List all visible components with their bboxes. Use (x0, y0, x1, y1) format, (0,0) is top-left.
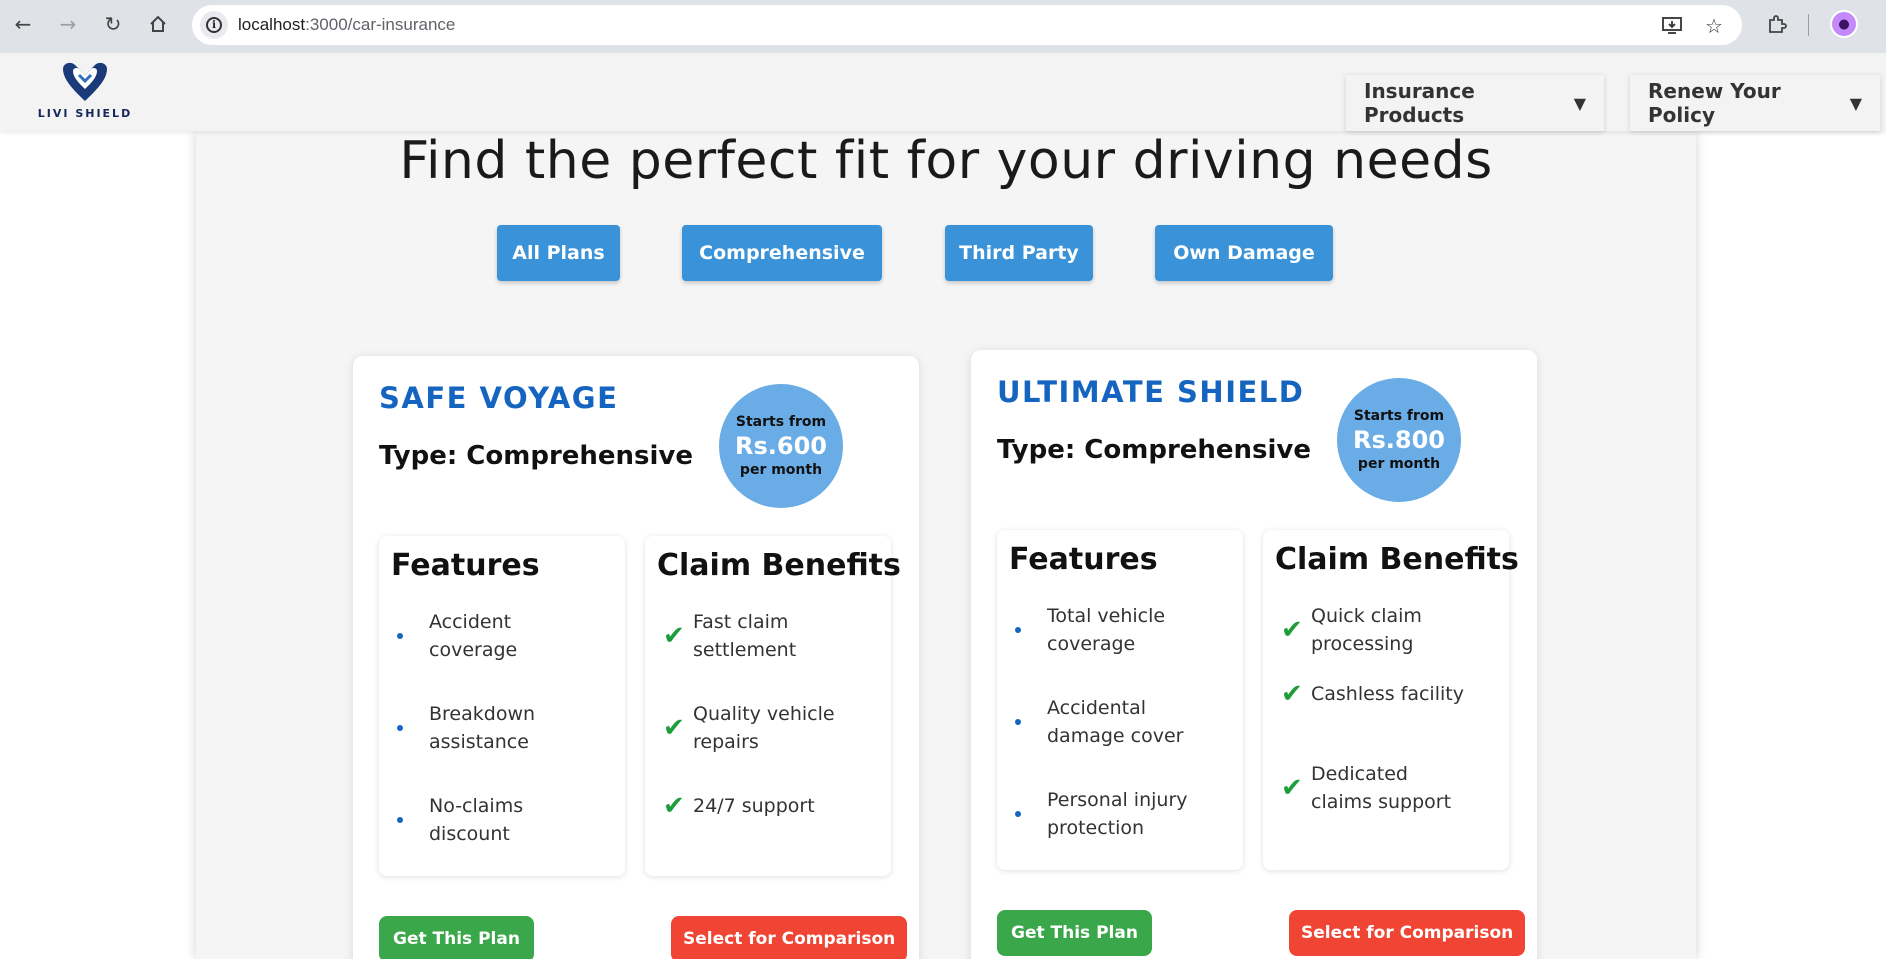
plan-card-ultimate-shield: ULTIMATE SHIELD Type: Comprehensive Star… (971, 350, 1537, 959)
check-icon: ✔ (1281, 679, 1303, 709)
get-this-plan-button[interactable]: Get This Plan (997, 910, 1152, 956)
price-badge: Starts from Rs.600 per month (719, 384, 843, 508)
filter-third-party-button[interactable]: Third Party (945, 225, 1093, 281)
claim-benefits-title: Claim Benefits (657, 548, 901, 583)
site-header: LIVI SHIELD Insurance Products ▼ Renew Y… (0, 53, 1886, 131)
benefit-text: Quick claim processing (1311, 605, 1422, 655)
address-bar[interactable]: i localhost:3000/car-insurance ☆ (192, 5, 1742, 45)
back-arrow-icon[interactable]: ← (8, 9, 38, 39)
brand-name: LIVI SHIELD (37, 107, 133, 120)
menu-label: Insurance Products (1364, 79, 1475, 127)
browser-toolbar: ← → ↻ i localhost:3000/car-insurance ☆ ● (0, 0, 1886, 53)
bullet-icon (1015, 719, 1021, 725)
plan-type: Type: Comprehensive (997, 435, 1312, 465)
filter-comprehensive-button[interactable]: Comprehensive (682, 225, 882, 281)
feature-text: No-claims discount (429, 795, 524, 845)
feature-item: Personal injury protection (1015, 786, 1235, 842)
feature-text: Accidental damage cover (1047, 697, 1184, 747)
feature-item: Total vehicle coverage (1015, 602, 1235, 658)
select-for-comparison-button[interactable]: Select for Comparison (1289, 910, 1526, 956)
benefit-text: Quality vehicle repairs (693, 703, 835, 753)
feature-item: Accident coverage (397, 608, 617, 664)
bookmark-star-icon[interactable]: ☆ (1702, 14, 1726, 38)
bullet-icon (397, 633, 403, 639)
shield-heart-icon (63, 62, 107, 101)
claim-benefits-title: Claim Benefits (1275, 542, 1519, 577)
feature-text: Personal injury protection (1047, 789, 1188, 839)
price-suffix: per month (739, 462, 823, 478)
menu-label: Renew Your Policy (1648, 79, 1781, 127)
benefit-text: 24/7 support (693, 795, 815, 817)
claim-benefits-box: Claim Benefits ✔ Fast claim settlement ✔… (645, 536, 901, 876)
check-icon: ✔ (663, 791, 685, 821)
features-box: Features Accident coverage Breakdown ass… (379, 536, 625, 876)
caret-down-icon: ▼ (1849, 93, 1862, 113)
feature-item: Breakdown assistance (397, 700, 617, 756)
toolbar-divider (1808, 14, 1809, 36)
select-for-comparison-button[interactable]: Select for Comparison (671, 916, 908, 959)
feature-text: Breakdown assistance (429, 703, 536, 753)
caret-down-icon: ▼ (1573, 93, 1586, 113)
features-title: Features (1009, 542, 1158, 577)
reload-icon[interactable]: ↻ (98, 9, 128, 39)
features-box: Features Total vehicle coverage Accident… (997, 530, 1243, 870)
feature-item: Accidental damage cover (1015, 694, 1235, 750)
check-icon: ✔ (663, 713, 685, 743)
benefit-item: ✔ Dedicated claims support (1281, 760, 1501, 816)
forward-arrow-icon[interactable]: → (53, 9, 83, 39)
claim-benefits-box: Claim Benefits ✔ Quick claim processing … (1263, 530, 1519, 870)
features-title: Features (391, 548, 540, 583)
benefit-item: ✔ 24/7 support (663, 792, 883, 820)
feature-text: Total vehicle coverage (1047, 605, 1166, 655)
price-amount: Rs.600 (735, 432, 827, 460)
plan-type: Type: Comprehensive (379, 441, 694, 471)
benefit-item: ✔ Fast claim settlement (663, 608, 883, 664)
renew-policy-menu[interactable]: Renew Your Policy ▼ (1630, 75, 1880, 131)
price-badge: Starts from Rs.800 per month (1337, 378, 1461, 502)
price-prefix: Starts from (1353, 408, 1445, 424)
insurance-products-menu[interactable]: Insurance Products ▼ (1346, 75, 1604, 131)
check-icon: ✔ (1281, 615, 1303, 645)
profile-avatar[interactable]: ● (1830, 10, 1858, 38)
main-container: Find the perfect fit for your driving ne… (196, 131, 1696, 959)
benefit-item: ✔ Cashless facility (1281, 680, 1501, 708)
filter-all-plans-button[interactable]: All Plans (497, 225, 620, 281)
bullet-icon (397, 817, 403, 823)
bullet-icon (1015, 627, 1021, 633)
feature-item: No-claims discount (397, 792, 617, 848)
brand-logo[interactable]: LIVI SHIELD (35, 61, 135, 125)
home-icon[interactable] (143, 9, 173, 39)
benefit-item: ✔ Quick claim processing (1281, 602, 1501, 658)
plan-card-safe-voyage: SAFE VOYAGE Type: Comprehensive Starts f… (353, 356, 919, 959)
benefit-text: Fast claim settlement (693, 611, 797, 661)
feature-text: Accident coverage (429, 611, 518, 661)
check-icon: ✔ (663, 621, 685, 651)
site-info-icon[interactable]: i (200, 11, 228, 39)
benefit-text: Dedicated claims support (1311, 763, 1452, 813)
page-title: Find the perfect fit for your driving ne… (399, 131, 1493, 191)
install-app-icon[interactable] (1660, 14, 1684, 38)
plan-name: ULTIMATE SHIELD (997, 375, 1305, 409)
url-text[interactable]: localhost:3000/car-insurance (238, 15, 455, 35)
price-suffix: per month (1357, 456, 1441, 472)
bullet-icon (397, 725, 403, 731)
price-prefix: Starts from (735, 414, 827, 430)
benefit-text: Cashless facility (1311, 683, 1464, 705)
price-amount: Rs.800 (1353, 426, 1445, 454)
bullet-icon (1015, 811, 1021, 817)
get-this-plan-button[interactable]: Get This Plan (379, 916, 534, 959)
filter-own-damage-button[interactable]: Own Damage (1155, 225, 1333, 281)
extensions-icon[interactable] (1762, 9, 1792, 39)
benefit-item: ✔ Quality vehicle repairs (663, 700, 883, 756)
plan-name: SAFE VOYAGE (379, 381, 619, 415)
check-icon: ✔ (1281, 773, 1303, 803)
